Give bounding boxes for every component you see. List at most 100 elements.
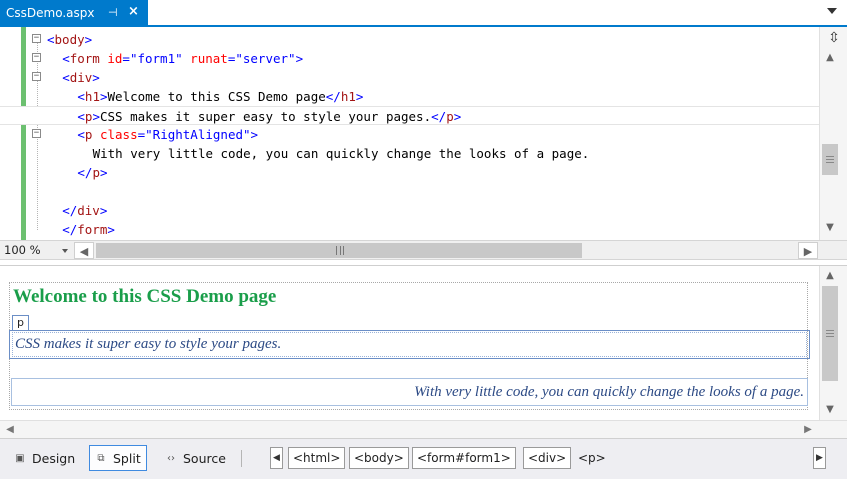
code-text: With very little code, you can quickly c…	[93, 144, 590, 163]
tab-cssdemo[interactable]: CssDemo.aspx ⊣ ×	[0, 0, 148, 25]
split-window-icon[interactable]: ⇳	[826, 30, 842, 46]
scroll-down-icon[interactable]: ▼	[822, 402, 838, 418]
split-icon: ⧉	[97, 452, 105, 464]
code-token: >	[99, 165, 108, 180]
scroll-left-icon[interactable]: ◀	[2, 422, 18, 438]
pin-icon[interactable]: ⊣	[108, 6, 118, 19]
breadcrumb-left-icon[interactable]: ◀	[270, 447, 283, 469]
code-token: <	[77, 109, 85, 124]
zoom-dropdown-icon[interactable]	[62, 249, 68, 253]
scroll-right-icon[interactable]: ▶	[798, 242, 818, 259]
code-token: </	[325, 89, 341, 104]
code-token: <	[77, 127, 85, 142]
zoom-and-hscroll-bar: 100 % ◀ ▶	[0, 240, 847, 260]
design-horizontal-scrollbar[interactable]: ◀ ▶	[0, 420, 847, 438]
paragraph-text: CSS makes it super easy to style your pa…	[12, 332, 807, 357]
code-line[interactable]: − <div>	[0, 68, 819, 87]
source-editor[interactable]: − <body> − <form id="form1" runat="server">…	[0, 27, 819, 240]
code-line[interactable]: </form>	[0, 220, 819, 239]
code-token: <	[77, 89, 85, 104]
code-token: >	[453, 109, 462, 124]
view-switcher-bar: ▣ Design ⧉ Split ‹› Source ◀ <html> <bod…	[0, 438, 847, 479]
scroll-up-icon[interactable]: ▲	[822, 50, 838, 66]
code-token: div	[77, 203, 100, 218]
collapse-icon[interactable]: −	[32, 34, 41, 43]
breadcrumb-html[interactable]: <html>	[288, 447, 346, 469]
breadcrumb-div[interactable]: <div>	[523, 447, 572, 469]
code-token: runat	[190, 51, 228, 66]
breadcrumb-body[interactable]: <body>	[349, 447, 409, 469]
code-line[interactable]: With very little code, you can quickly c…	[0, 144, 819, 163]
code-line[interactable]	[0, 182, 819, 201]
selected-paragraph[interactable]: CSS makes it super easy to style your pa…	[9, 330, 810, 359]
tab-dropdown-icon[interactable]	[827, 8, 837, 14]
code-token: form	[77, 222, 108, 237]
breadcrumb-right-icon[interactable]: ▶	[813, 447, 826, 469]
editor-window: CssDemo.aspx ⊣ × − <body> − <form id="form1…	[0, 0, 847, 479]
code-line[interactable]: − <p class="RightAligned">	[0, 125, 819, 144]
code-token: >	[92, 109, 100, 124]
code-text: <h1>Welcome to this CSS Demo page</h1>	[77, 87, 363, 106]
source-vertical-scrollbar[interactable]: ⇳ ▲ ▼	[819, 27, 847, 240]
design-vertical-scrollbar[interactable]: ▲ ▼	[819, 266, 847, 420]
code-token: Welcome to this CSS Demo page	[107, 89, 326, 104]
horizontal-scroll-thumb[interactable]	[96, 243, 582, 258]
document-tab-strip: CssDemo.aspx ⊣ ×	[0, 0, 847, 27]
code-token: >	[295, 51, 304, 66]
code-line[interactable]: </p>	[0, 163, 819, 182]
code-line[interactable]: − <form id="form1" runat="server">	[0, 49, 819, 68]
source-icon: ‹›	[167, 452, 175, 464]
element-tag-label[interactable]: p	[12, 315, 29, 331]
code-token: h1	[84, 89, 100, 104]
breadcrumb-p[interactable]: <p>	[574, 448, 610, 470]
split-view-button[interactable]: ⧉ Split	[89, 445, 147, 471]
design-heading[interactable]: Welcome to this CSS Demo page	[13, 286, 276, 308]
scroll-up-icon[interactable]: ▲	[822, 268, 838, 284]
scroll-left-icon[interactable]: ◀	[74, 242, 94, 259]
tab-title: CssDemo.aspx	[6, 5, 95, 20]
code-token: class	[99, 127, 138, 142]
code-token: </	[62, 222, 78, 237]
code-token: With very little code, you can quickly c…	[92, 146, 590, 161]
code-token: <	[62, 70, 70, 85]
collapse-icon[interactable]: −	[32, 72, 41, 81]
code-token: </	[77, 165, 93, 180]
scroll-thumb[interactable]	[822, 144, 838, 175]
code-text: <div>	[62, 68, 100, 87]
code-line[interactable]: − <body>	[0, 30, 819, 49]
zoom-level[interactable]: 100 %	[4, 243, 41, 257]
code-line[interactable]: <h1>Welcome to this CSS Demo page</h1>	[0, 87, 819, 106]
scroll-down-icon[interactable]: ▼	[822, 220, 838, 236]
code-token: <	[47, 32, 55, 47]
right-aligned-paragraph[interactable]: With very little code, you can quickly c…	[11, 378, 808, 406]
code-text: <body>	[47, 30, 92, 49]
source-label: Source	[183, 450, 226, 466]
code-token: </	[431, 109, 447, 124]
close-icon[interactable]: ×	[128, 4, 139, 19]
scroll-thumb[interactable]	[822, 286, 838, 381]
code-line[interactable]: <p>CSS makes it super easy to style your…	[0, 106, 819, 125]
source-view-button[interactable]: ‹› Source	[160, 445, 231, 471]
breadcrumb-form[interactable]: <form#form1>	[412, 447, 516, 469]
code-text: <form id="form1" runat="server">	[62, 49, 303, 68]
collapse-icon[interactable]: −	[32, 129, 41, 138]
code-token: </	[62, 203, 78, 218]
code-token: p	[92, 165, 100, 180]
divider	[241, 450, 242, 467]
collapse-icon[interactable]: −	[32, 53, 41, 62]
code-token: "server"	[235, 51, 296, 66]
design-view[interactable]: Welcome to this CSS Demo page p CSS make…	[0, 266, 819, 420]
design-view-button[interactable]: ▣ Design	[9, 445, 80, 471]
split-label: Split	[113, 450, 141, 466]
code-line[interactable]: </div>	[0, 201, 819, 220]
code-token: p	[446, 109, 454, 124]
code-text: <p>CSS makes it super easy to style your…	[77, 107, 461, 126]
code-token: div	[69, 70, 93, 85]
scroll-right-icon[interactable]: ▶	[800, 422, 816, 438]
code-token: >	[107, 222, 115, 237]
code-token: <	[62, 51, 70, 66]
code-token: >	[84, 32, 93, 47]
code-token: h1	[340, 89, 356, 104]
code-token: "RightAligned"	[145, 127, 251, 142]
